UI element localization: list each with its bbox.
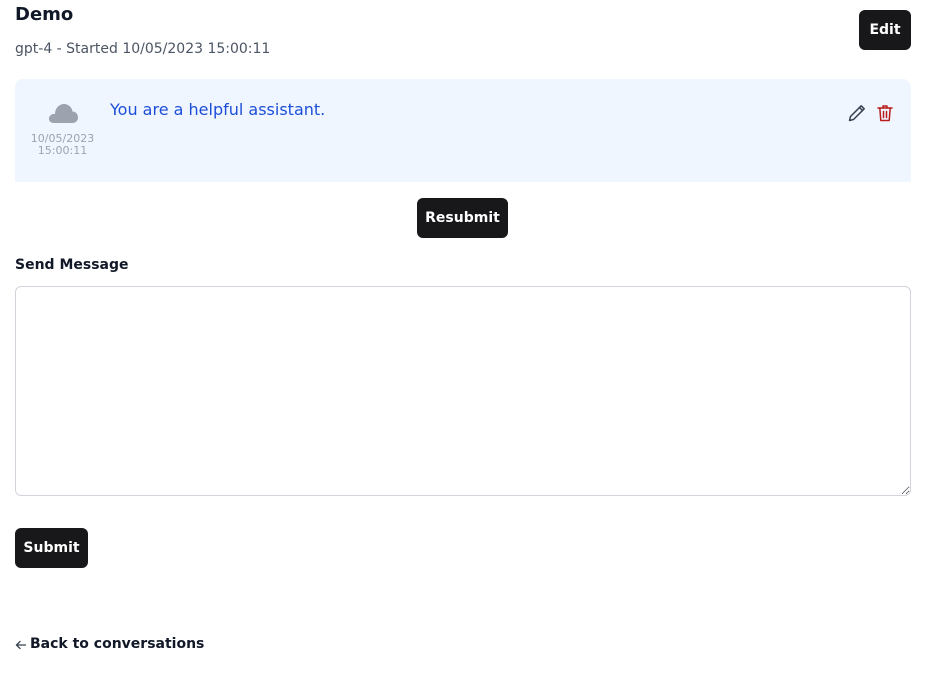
delete-message-button[interactable] bbox=[874, 102, 896, 124]
message-timestamp: 10/05/2023 15:00:11 bbox=[25, 133, 100, 157]
edit-message-button[interactable] bbox=[846, 102, 868, 124]
conversation-title: Demo bbox=[15, 4, 74, 25]
pencil-icon bbox=[847, 103, 867, 123]
edit-button[interactable]: Edit bbox=[859, 10, 911, 50]
conversation-page: Demo gpt-4 - Started 10/05/2023 15:00:11… bbox=[0, 0, 925, 684]
message-time: 15:00:11 bbox=[37, 144, 88, 157]
message-card: 10/05/2023 15:00:11 You are a helpful as… bbox=[15, 79, 911, 182]
message-text: You are a helpful assistant. bbox=[110, 100, 326, 119]
conversation-subtitle: gpt-4 - Started 10/05/2023 15:00:11 bbox=[15, 41, 271, 57]
resubmit-button[interactable]: Resubmit bbox=[417, 198, 508, 238]
back-link-label: Back to conversations bbox=[30, 636, 205, 652]
trash-icon bbox=[875, 103, 895, 123]
message-input[interactable] bbox=[15, 286, 911, 496]
arrow-left-icon bbox=[15, 639, 27, 651]
back-to-conversations-link[interactable]: Back to conversations bbox=[15, 636, 204, 652]
submit-button[interactable]: Submit bbox=[15, 528, 88, 568]
cloud-icon bbox=[47, 99, 79, 127]
send-message-label: Send Message bbox=[15, 257, 129, 273]
